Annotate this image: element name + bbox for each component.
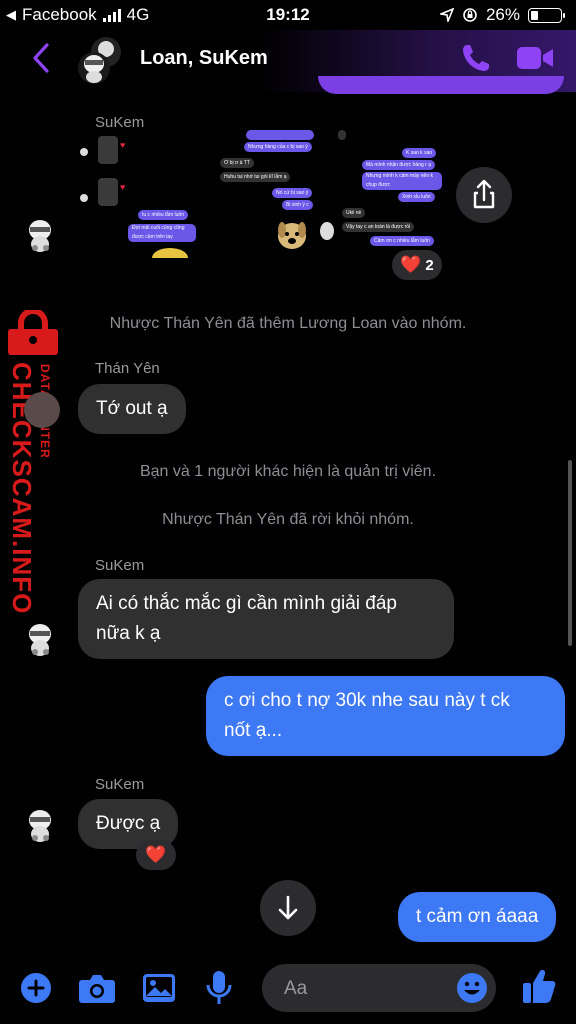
message-line: Ai có thắc mắc gì cần mình giải đáp — [96, 593, 397, 614]
sender-name: Thán Yên — [95, 360, 160, 377]
dog-sticker — [278, 222, 306, 249]
mini-message: Nó cứ bị sao ý — [272, 188, 313, 198]
mini-avatar — [80, 194, 88, 202]
sender-name: SuKem — [95, 114, 145, 131]
heart-reaction-icon: ❤️ — [400, 255, 422, 274]
photo-icon[interactable] — [142, 972, 176, 1004]
reaction-badge[interactable]: ❤️ — [136, 840, 176, 870]
message-line: nữa k ạ — [96, 623, 161, 644]
mini-sticker — [98, 178, 118, 206]
battery-fill — [531, 10, 538, 20]
sender-avatar[interactable] — [22, 218, 58, 254]
chevron-left-icon[interactable] — [30, 42, 52, 74]
share-icon — [473, 179, 495, 209]
incoming-message[interactable]: Ai có thắc mắc gì cần mình giải đáp nữa … — [78, 579, 454, 659]
message-input-container[interactable] — [262, 964, 496, 1014]
mini-sticker — [152, 248, 188, 258]
mini-message: Bị xinh ý c — [282, 200, 313, 210]
mini-message: Nhưng mình k cầm máy nên k chụp được — [362, 172, 442, 190]
rotation-lock-icon — [463, 8, 477, 22]
plus-icon[interactable] — [20, 972, 52, 1004]
mini-sticker — [98, 136, 118, 164]
message-line: c ơi cho t nợ 30k nhe sau này t ck — [224, 690, 510, 711]
heart-icon: ♥ — [120, 140, 126, 150]
mini-sticker — [320, 222, 334, 240]
sender-avatar[interactable] — [22, 622, 58, 658]
mini-message: Cảm ơn c nhiều lắm luôn — [370, 236, 434, 246]
sender-avatar[interactable] — [22, 808, 58, 844]
phone-icon[interactable] — [460, 42, 492, 74]
mini-message: K sao k sao — [402, 148, 437, 158]
composer-bar — [0, 960, 576, 1018]
chat-header: Loan, SuKem — [0, 30, 576, 94]
video-camera-icon[interactable] — [516, 44, 554, 72]
status-right: 26% — [439, 5, 565, 25]
status-bar: ◀ Facebook 4G 19:12 26% — [0, 0, 576, 30]
sender-name: SuKem — [95, 557, 145, 574]
mini-message: Đợi mãi cuối cùng cũng được cầm trên tay — [128, 224, 196, 242]
message-input[interactable] — [282, 964, 456, 1014]
sender-name: SuKem — [95, 776, 145, 793]
arrow-down-icon — [278, 895, 298, 920]
mini-message: Ơ bị ơ à TT — [220, 158, 254, 168]
reaction-badge[interactable]: ❤️ 2 — [392, 250, 442, 280]
conversation-title[interactable]: Loan, SuKem — [140, 47, 268, 70]
mini-message — [338, 130, 346, 140]
location-icon — [439, 8, 454, 22]
outgoing-message[interactable]: c ơi cho t nợ 30k nhe sau này t ck nốt ạ… — [206, 676, 565, 756]
battery-percent: 26% — [485, 5, 520, 24]
outgoing-message[interactable]: t cảm ơn áaaa — [398, 892, 557, 942]
sender-avatar[interactable] — [24, 392, 60, 428]
group-avatar[interactable] — [74, 36, 124, 86]
scroll-to-bottom-button[interactable] — [260, 880, 316, 936]
mini-avatar — [80, 148, 88, 156]
emoji-icon[interactable] — [456, 972, 488, 1004]
scrollbar[interactable] — [568, 460, 572, 646]
mini-message: Ukii nè — [342, 208, 366, 218]
camera-icon[interactable] — [78, 972, 116, 1004]
previous-message-bubble — [318, 76, 564, 94]
incoming-message[interactable]: Tớ out ạ — [78, 384, 186, 434]
mini-message: Huhu tui nhớ tui gói kĩ lắm ạ — [220, 172, 291, 182]
system-message: Bạn và 1 người khác hiện là quản trị viê… — [139, 463, 437, 480]
battery-icon — [528, 7, 565, 23]
watermark: DATA CENTER CHECKSCAM.INFO — [4, 310, 64, 614]
microphone-icon[interactable] — [206, 970, 232, 1006]
message-line: nốt ạ... — [224, 720, 283, 741]
heart-icon: ♥ — [120, 182, 126, 192]
mini-message — [246, 130, 314, 140]
share-button[interactable] — [456, 167, 512, 223]
mini-message: Mà mình nhận được hàng r ạ — [362, 160, 435, 170]
reaction-count: 2 — [425, 256, 434, 274]
system-message: Nhược Thán Yên đã rời khỏi nhóm. — [162, 511, 414, 528]
mini-message: Nhưng hàng của c bị sao ý — [244, 142, 312, 152]
mini-message: Xinh xỉu luôn — [398, 192, 435, 202]
mini-message: Vậy tay c an toàn là được rồi — [342, 222, 415, 232]
thumbs-up-icon[interactable] — [522, 968, 556, 1004]
mini-message: Iu c nhiều lắm luôn — [138, 210, 188, 220]
heart-reaction-icon: ❤️ — [145, 845, 167, 864]
system-message: Nhược Thán Yên đã thêm Lương Loan vào nh… — [109, 315, 467, 332]
shared-screenshot[interactable]: ♥ ♥ Iu c nhiều lắm luôn Đợi mãi cuối cùn… — [76, 130, 448, 258]
